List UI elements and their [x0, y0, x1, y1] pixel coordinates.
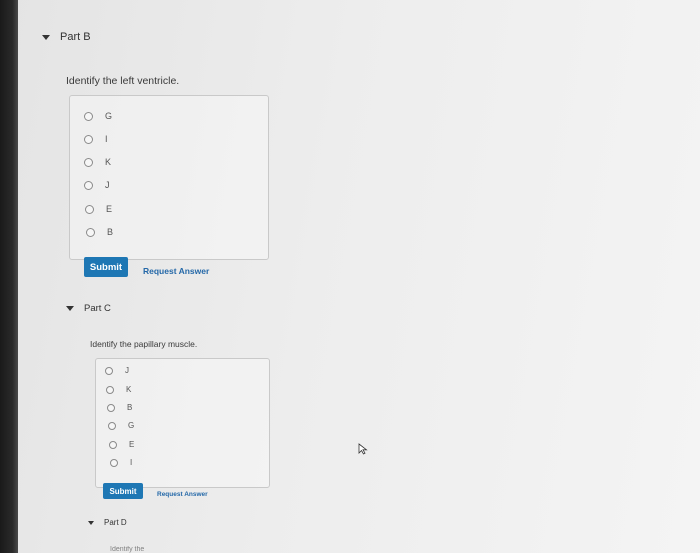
option-i[interactable]: I: [84, 134, 108, 144]
mouse-pointer-icon: [358, 443, 368, 455]
part-c-question: Identify the papillary muscle.: [90, 339, 198, 349]
part-b-request-answer-link[interactable]: Request Answer: [143, 266, 209, 276]
option-b[interactable]: B: [86, 227, 113, 237]
radio-button[interactable]: [85, 204, 94, 214]
radio-button[interactable]: [84, 157, 93, 167]
radio-button[interactable]: [84, 134, 93, 144]
radio-button[interactable]: [105, 366, 113, 375]
caret-down-icon[interactable]: [42, 34, 50, 40]
radio-button[interactable]: [106, 385, 114, 394]
part-d-header[interactable]: Part D: [88, 518, 127, 527]
radio-button[interactable]: [107, 403, 115, 412]
radio-button[interactable]: [84, 180, 93, 190]
part-b-header[interactable]: Part B: [42, 31, 91, 43]
part-c-title: Part C: [84, 303, 111, 314]
option-i[interactable]: I: [110, 458, 132, 467]
caret-down-icon[interactable]: [88, 520, 94, 525]
option-j[interactable]: J: [105, 366, 129, 375]
radio-button[interactable]: [84, 111, 93, 121]
part-c-header[interactable]: Part C: [66, 303, 111, 314]
part-d-question: Identify the: [110, 546, 145, 553]
option-e[interactable]: E: [109, 440, 134, 449]
radio-button[interactable]: [108, 421, 116, 430]
option-k[interactable]: K: [84, 157, 111, 167]
part-b-title: Part B: [60, 31, 91, 43]
option-j[interactable]: J: [84, 180, 110, 190]
option-e[interactable]: E: [85, 204, 112, 214]
option-g[interactable]: G: [84, 111, 112, 121]
radio-button[interactable]: [110, 458, 118, 467]
part-c-submit-button[interactable]: Submit: [103, 483, 143, 499]
caret-down-icon[interactable]: [66, 306, 74, 311]
part-d-title: Part D: [104, 518, 127, 527]
part-c-request-answer-link[interactable]: Request Answer: [157, 491, 208, 498]
part-b-question: Identify the left ventricle.: [66, 75, 180, 87]
option-b[interactable]: B: [107, 403, 132, 412]
option-g[interactable]: G: [108, 421, 134, 430]
screen-bezel: [0, 0, 18, 553]
option-k[interactable]: K: [106, 385, 131, 394]
part-b-options: G I K J E B: [69, 95, 269, 260]
radio-button[interactable]: [86, 227, 95, 237]
part-c-options: J K B G E I: [95, 358, 270, 488]
radio-button[interactable]: [109, 440, 117, 449]
part-b-submit-button[interactable]: Submit: [84, 257, 128, 277]
